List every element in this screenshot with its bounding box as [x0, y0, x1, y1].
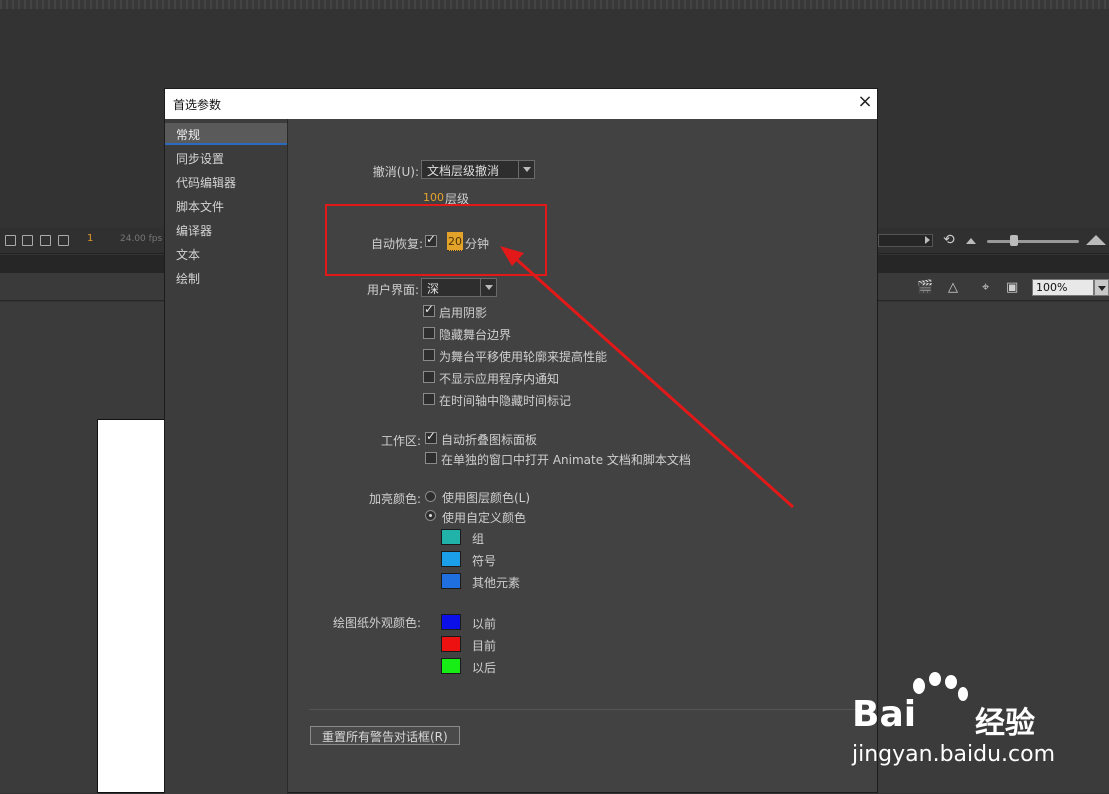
highlight-label: 加亮颜色: — [368, 492, 421, 506]
symbol-color-swatch[interactable] — [441, 551, 461, 567]
watermark-brand-cn: 经验 — [975, 706, 1035, 741]
workspace-label: 工作区: — [380, 434, 421, 448]
undo-dropdown[interactable]: 文档层级撤消 — [421, 160, 535, 179]
chevron-down-icon — [518, 161, 534, 178]
separate-window-label: 在单独的窗口中打开 Animate 文档和脚本文档 — [441, 453, 691, 467]
clip-icon[interactable]: ▣ — [1006, 280, 1018, 295]
divider — [309, 709, 877, 710]
scroll-right-icon[interactable] — [925, 236, 930, 244]
enable-shadow-label: 启用阴影 — [439, 306, 488, 320]
sidebar-item-drawing[interactable]: 绘制 — [165, 267, 287, 289]
custom-color-label: 使用自定义颜色 — [442, 511, 527, 525]
layer-color-radio[interactable] — [425, 491, 436, 502]
sidebar-item-sync[interactable]: 同步设置 — [165, 147, 287, 169]
zoom-in-mountain-icon[interactable] — [1086, 235, 1106, 245]
next-color-label: 以后 — [472, 661, 497, 675]
preferences-dialog: 首选参数 × 常规 同步设置 代码编辑器 脚本文件 编译器 文本 绘制 撤消(U… — [164, 88, 878, 794]
sidebar-item-code-editor[interactable]: 代码编辑器 — [165, 171, 287, 193]
zoom-input[interactable]: 100% — [1032, 279, 1094, 296]
edit-frames-icon[interactable] — [40, 235, 51, 246]
loop-icon[interactable]: ⟲ — [943, 232, 955, 248]
dialog-title: 首选参数 — [173, 98, 222, 112]
layer-color-label: 使用图层颜色(L) — [442, 491, 531, 505]
zoom-dropdown-arrow[interactable] — [1094, 279, 1109, 296]
group-color-swatch[interactable] — [441, 529, 461, 545]
theme-value: 深 — [427, 282, 440, 296]
undo-value: 文档层级撤消 — [427, 164, 500, 178]
chevron-down-icon — [480, 279, 496, 296]
auto-collapse-label: 自动折叠图标面板 — [441, 433, 538, 447]
current-frame: 1 — [87, 233, 94, 244]
center-stage-icon[interactable]: ⌖ — [982, 280, 989, 295]
separate-window-checkbox[interactable] — [425, 452, 437, 464]
symbol-color-label: 符号 — [472, 554, 497, 568]
current-color-swatch[interactable] — [441, 636, 461, 652]
clapper-icon[interactable]: 🎬 — [917, 280, 933, 295]
pan-outline-label: 为舞台平移使用轮廓来提高性能 — [439, 350, 608, 364]
ui-label: 用户界面: — [366, 283, 419, 297]
onion-outline-icon[interactable] — [22, 235, 33, 246]
current-color-label: 目前 — [472, 639, 497, 653]
dialog-titlebar: 首选参数 × — [165, 89, 877, 119]
close-icon[interactable]: × — [857, 93, 873, 111]
onion-label: 绘图纸外观颜色: — [332, 616, 421, 630]
timeline-zoom-thumb[interactable] — [1010, 235, 1018, 246]
previous-color-label: 以前 — [472, 617, 497, 631]
next-color-swatch[interactable] — [441, 658, 461, 674]
onion-skin-icon[interactable] — [5, 235, 16, 246]
sidebar-item-compiler[interactable]: 编译器 — [165, 219, 287, 241]
reset-warnings-button[interactable]: 重置所有警告对话框(R) — [310, 726, 460, 745]
preferences-sidebar: 常规 同步设置 代码编辑器 脚本文件 编译器 文本 绘制 — [165, 119, 288, 794]
auto-collapse-checkbox[interactable] — [425, 429, 437, 444]
hide-time-markers-label: 在时间轴中隐藏时间标记 — [439, 394, 572, 408]
hide-notifications-label: 不显示应用程序内通知 — [439, 372, 560, 386]
hide-stage-border-checkbox[interactable] — [423, 327, 435, 339]
top-panel-strip — [0, 0, 1109, 9]
previous-color-swatch[interactable] — [441, 614, 461, 630]
watermark-brand: Bai — [852, 694, 917, 735]
sidebar-item-text[interactable]: 文本 — [165, 243, 287, 265]
symbol-edit-icon[interactable]: △ — [948, 280, 958, 295]
undo-label: 撤消(U): — [372, 165, 419, 179]
sidebar-item-general[interactable]: 常规 — [165, 123, 287, 145]
group-color-label: 组 — [472, 532, 485, 546]
watermark-url: jingyan.baidu.com — [852, 742, 1056, 767]
hide-time-markers-checkbox[interactable] — [423, 393, 435, 405]
theme-dropdown[interactable]: 深 — [421, 278, 497, 297]
other-color-label: 其他元素 — [472, 576, 521, 590]
annotation-highlight-box — [325, 204, 547, 276]
enable-shadow-checkbox[interactable] — [423, 302, 435, 317]
marker-icon[interactable] — [58, 235, 69, 246]
custom-color-radio[interactable] — [425, 510, 436, 521]
sidebar-item-script-files[interactable]: 脚本文件 — [165, 195, 287, 217]
hide-stage-border-label: 隐藏舞台边界 — [439, 328, 512, 342]
undo-levels[interactable]: 100 — [423, 191, 444, 204]
other-color-swatch[interactable] — [441, 573, 461, 589]
zoom-out-mountain-icon[interactable] — [966, 238, 976, 244]
pan-outline-checkbox[interactable] — [423, 349, 435, 361]
frame-rate[interactable]: 24.00 fps — [120, 234, 162, 244]
hide-notifications-checkbox[interactable] — [423, 371, 435, 383]
timeline-zoom-slider[interactable] — [987, 240, 1079, 243]
